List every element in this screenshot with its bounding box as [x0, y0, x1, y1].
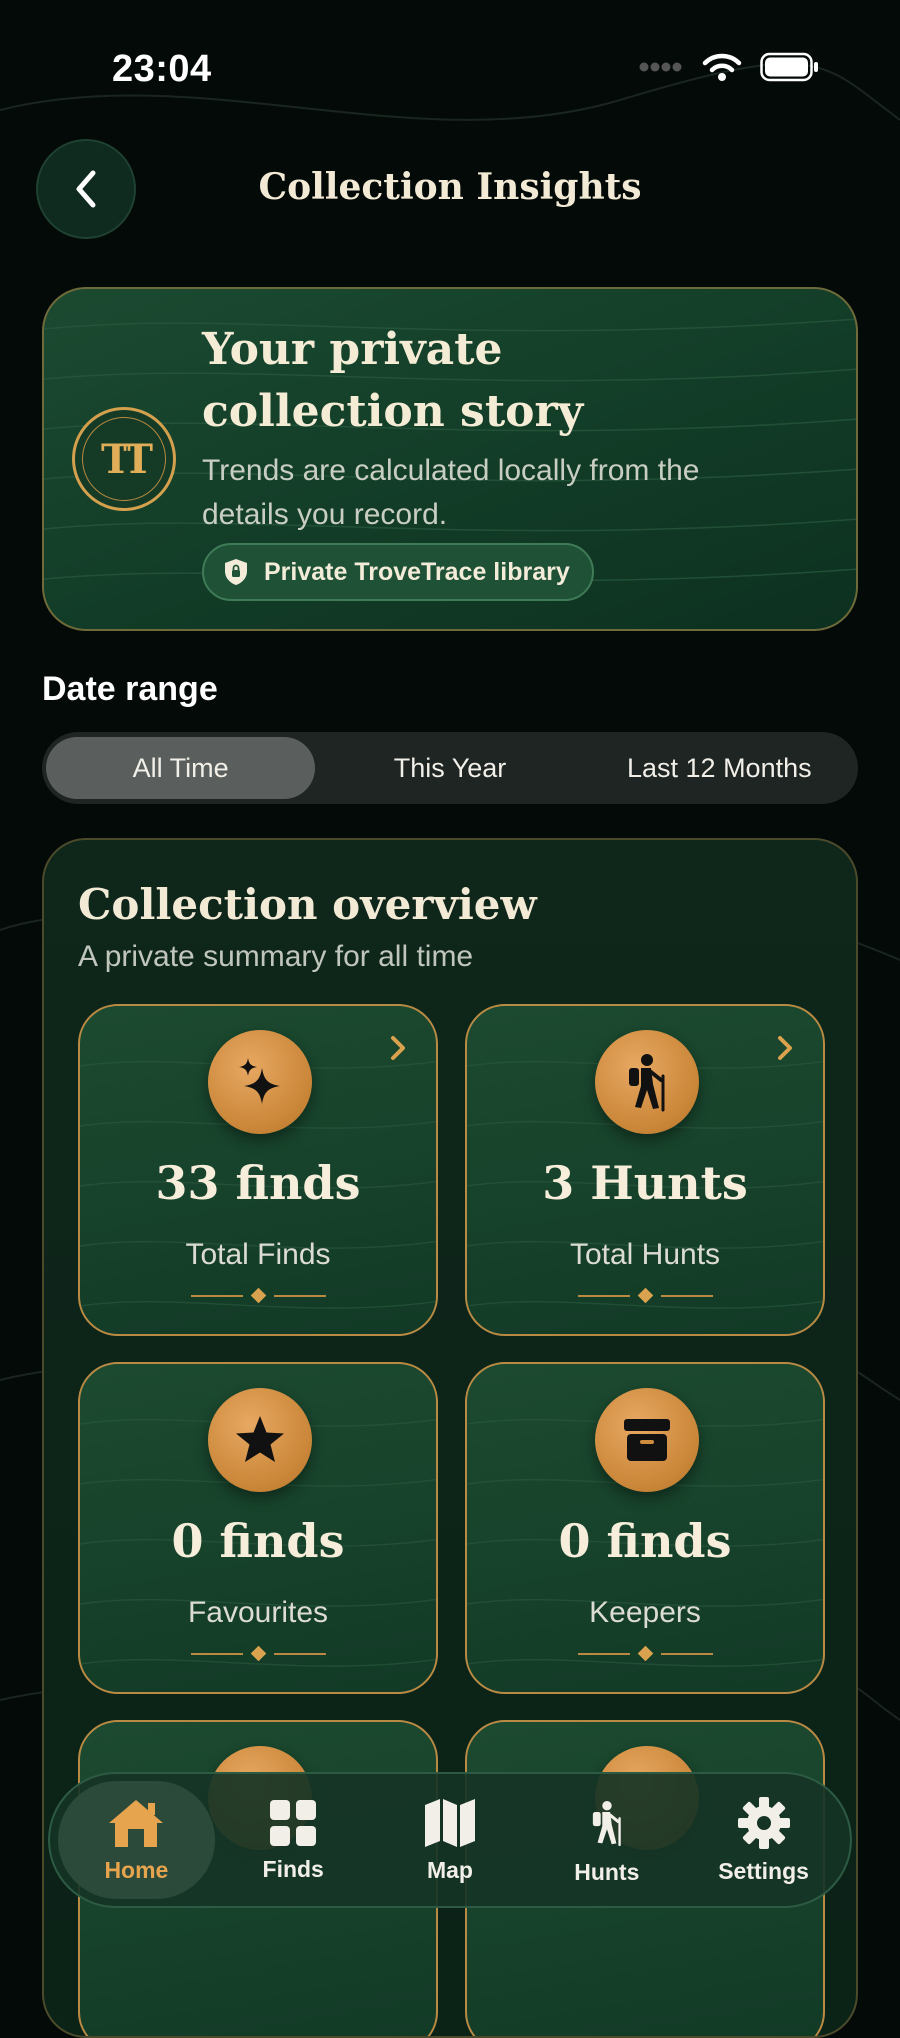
tab-bar: Home Finds Map Hunts Settings: [48, 1772, 852, 1908]
date-range-segmented-control: All Time This Year Last 12 Months: [42, 732, 858, 804]
tab-home[interactable]: Home: [58, 1781, 215, 1899]
hero-subtitle-line1: Trends are calculated locally from the: [202, 454, 700, 487]
tab-map[interactable]: Map: [372, 1781, 529, 1899]
stat-label: Total Hunts: [569, 1238, 721, 1271]
tab-finds[interactable]: Finds: [215, 1781, 372, 1899]
ornament-divider: [80, 1287, 436, 1304]
date-range-label: Date range: [42, 670, 218, 708]
trovetrace-logo: TT: [72, 407, 176, 511]
stat-value: 33 finds: [155, 1156, 361, 1210]
logo-monogram: TT: [82, 417, 166, 501]
date-range-this-year[interactable]: This Year: [315, 737, 584, 799]
tab-hunts-label: Hunts: [574, 1858, 640, 1885]
wifi-icon: [702, 53, 742, 81]
stat-label: Favourites: [187, 1596, 329, 1629]
hero-title-line1: Your private: [202, 324, 503, 375]
hero-subtitle-line2: details you record.: [202, 498, 448, 531]
overview-title: Collection overview: [78, 880, 537, 929]
private-library-badge: Private TroveTrace library: [202, 543, 594, 601]
hiker-icon: [592, 1800, 621, 1846]
hero-title: Your private collection story: [202, 319, 842, 443]
tab-map-label: Map: [426, 1856, 473, 1883]
hero-card: TT Your private collection story Trends …: [42, 287, 858, 631]
tab-hunts[interactable]: Hunts: [528, 1781, 685, 1899]
date-range-last-12-months[interactable]: Last 12 Months: [585, 737, 854, 799]
stat-card-total-finds[interactable]: 33 finds Total Finds: [78, 1004, 438, 1336]
gear-icon: [737, 1796, 790, 1849]
stat-label: Keepers: [589, 1596, 701, 1629]
shield-lock-icon: [225, 559, 247, 585]
chevron-right-icon: [391, 1036, 405, 1060]
house-icon: [109, 1799, 164, 1847]
date-range-all-time[interactable]: All Time: [46, 737, 316, 799]
tab-home-label: Home: [104, 1856, 169, 1883]
status-time: 23:04: [112, 48, 212, 90]
ornament-divider: [467, 1287, 823, 1304]
stat-label: Total Finds: [185, 1238, 331, 1271]
map-icon: [424, 1798, 475, 1847]
hero-subtitle: Trends are calculated locally from the d…: [202, 449, 842, 537]
tab-finds-label: Finds: [262, 1855, 324, 1882]
page-title: Collection Insights: [258, 166, 642, 208]
stat-card-favourites[interactable]: 0 finds Favourites: [78, 1362, 438, 1694]
status-icons: [638, 52, 820, 82]
stat-value: 0 finds: [171, 1514, 345, 1568]
ornament-divider: [80, 1645, 436, 1662]
grid-icon: [270, 1799, 317, 1846]
stat-card-total-hunts[interactable]: 3 Hunts Total Hunts: [465, 1004, 825, 1336]
stat-value: 0 finds: [558, 1514, 732, 1568]
hero-title-line2: collection story: [202, 386, 584, 437]
overview-subtitle: A private summary for all time: [78, 940, 474, 973]
ornament-divider: [467, 1645, 823, 1662]
tab-settings[interactable]: Settings: [685, 1781, 842, 1899]
chevron-right-icon: [778, 1036, 792, 1060]
hiker-icon: [595, 1030, 699, 1134]
star-icon: [208, 1388, 312, 1492]
battery-icon: [760, 52, 818, 82]
stat-value: 3 Hunts: [542, 1156, 748, 1210]
cellular-dots-icon: [639, 62, 682, 72]
stat-card-keepers[interactable]: 0 finds Keepers: [465, 1362, 825, 1694]
private-library-badge-label: Private TroveTrace library: [264, 557, 570, 586]
sparkles-icon: [208, 1030, 312, 1134]
archive-box-icon: [595, 1388, 699, 1492]
tab-settings-label: Settings: [718, 1857, 809, 1884]
